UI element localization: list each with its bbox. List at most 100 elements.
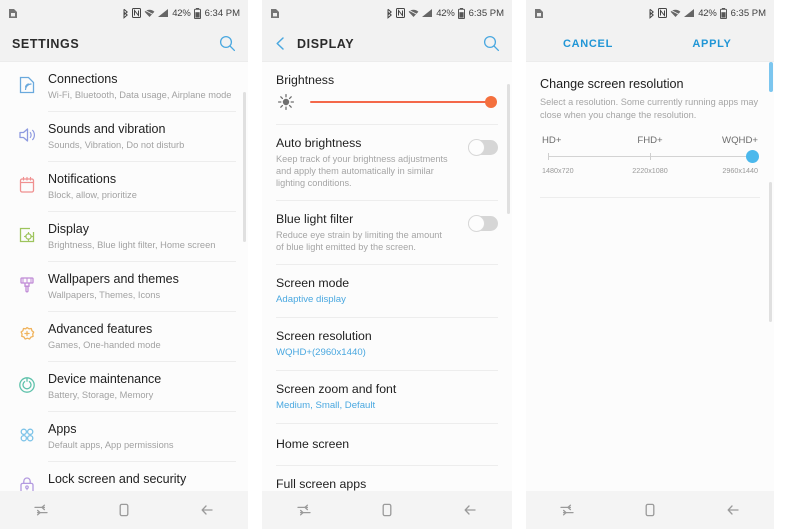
battery-percent-label: 42%	[436, 7, 455, 19]
apps-icon	[12, 422, 42, 445]
auto-brightness-toggle[interactable]	[468, 139, 498, 156]
display-icon	[12, 222, 42, 245]
panel-gap	[248, 0, 262, 529]
sound-icon	[12, 122, 42, 145]
home-button[interactable]	[627, 491, 673, 529]
battery-icon	[457, 7, 465, 19]
sidebar-item-connections[interactable]: Connections Wi-Fi, Bluetooth, Data usage…	[0, 62, 248, 111]
navigation-bar	[526, 491, 774, 529]
item-title: Lock screen and security	[48, 472, 187, 486]
sim-card-icon	[534, 8, 544, 19]
resolution-sublabel-wqhd: 2960x1440	[722, 166, 758, 175]
blue-light-filter-toggle[interactable]	[468, 215, 498, 232]
sidebar-item-advanced-features[interactable]: Advanced features Games, One-handed mode	[0, 312, 248, 361]
item-title: Auto brightness	[276, 136, 362, 150]
page-title: DISPLAY	[297, 36, 355, 51]
resolution-track[interactable]	[548, 150, 759, 163]
panel-gap	[512, 0, 526, 529]
item-subtitle: Block, allow, prioritize	[48, 190, 137, 200]
phone-panel-change-resolution: 42% 6:35 PM CANCEL APPLY Change screen r…	[526, 0, 774, 529]
brightness-thumb[interactable]	[485, 96, 497, 108]
setting-screen-resolution[interactable]: Screen resolution WQHD+(2960x1440)	[262, 318, 512, 370]
nfc-icon	[658, 8, 668, 18]
display-settings-list[interactable]: Brightness Auto brightness Keep track of…	[262, 62, 512, 491]
setting-screen-mode[interactable]: Screen mode Adaptive display	[262, 265, 512, 317]
scrollbar-secondary[interactable]	[769, 182, 772, 322]
resolution-sublabel-hd: 1480x720	[542, 166, 574, 175]
item-value: Medium, Small, Default	[276, 400, 376, 411]
item-subtitle: Wallpapers, Themes, Icons	[48, 290, 161, 300]
wallpaper-brush-icon	[12, 272, 42, 295]
resolution-label-fhd: FHD+	[637, 135, 663, 146]
item-subtitle: Keep track of your brightness adjustment…	[276, 154, 448, 188]
resolution-header: Change screen resolution Select a resolu…	[526, 62, 774, 131]
recents-button[interactable]	[18, 491, 64, 529]
item-subtitle: Sounds, Vibration, Do not disturb	[48, 140, 185, 150]
status-bar: 42% 6:35 PM	[526, 0, 774, 26]
home-button[interactable]	[364, 491, 410, 529]
lock-icon	[12, 472, 42, 491]
setting-home-screen[interactable]: Home screen	[262, 424, 512, 465]
scrollbar[interactable]	[769, 62, 773, 92]
item-title: Advanced features	[48, 322, 153, 336]
brightness-label: Brightness	[276, 73, 335, 87]
search-icon[interactable]	[219, 35, 236, 52]
page-title: SETTINGS	[12, 36, 80, 51]
cancel-button[interactable]: CANCEL	[526, 38, 650, 50]
sidebar-item-sounds-and-vibration[interactable]: Sounds and vibration Sounds, Vibration, …	[0, 112, 248, 161]
item-title: Connections	[48, 72, 118, 86]
sidebar-item-apps[interactable]: Apps Default apps, App permissions	[0, 412, 248, 461]
settings-list[interactable]: Connections Wi-Fi, Bluetooth, Data usage…	[0, 62, 248, 491]
search-icon[interactable]	[483, 35, 500, 52]
item-title: Blue light filter	[276, 212, 354, 226]
recents-button[interactable]	[544, 491, 590, 529]
sidebar-item-wallpapers-and-themes[interactable]: Wallpapers and themes Wallpapers, Themes…	[0, 262, 248, 311]
change-resolution-body[interactable]: Change screen resolution Select a resolu…	[526, 62, 774, 491]
sidebar-item-device-maintenance[interactable]: Device maintenance Battery, Storage, Mem…	[0, 362, 248, 411]
resolution-sublabels: 1480x720 2220x1080 2960x1440	[542, 166, 758, 175]
back-button[interactable]	[710, 491, 756, 529]
sim-card-icon	[8, 8, 18, 19]
brightness-slider[interactable]	[262, 90, 512, 124]
item-subtitle: Default apps, App permissions	[48, 440, 174, 450]
item-title: Screen resolution	[276, 329, 372, 343]
item-title: Sounds and vibration	[48, 122, 166, 136]
battery-percent-label: 42%	[698, 7, 717, 19]
back-button[interactable]	[184, 491, 230, 529]
navigation-bar	[262, 491, 512, 529]
setting-screen-zoom-and-font[interactable]: Screen zoom and font Medium, Small, Defa…	[262, 371, 512, 423]
clock-label: 6:34 PM	[204, 7, 240, 19]
recents-button[interactable]	[281, 491, 327, 529]
resolution-thumb[interactable]	[746, 150, 759, 163]
toggle-knob	[468, 139, 485, 156]
battery-percent-label: 42%	[172, 7, 191, 19]
sidebar-item-lock-screen-and-security[interactable]: Lock screen and security Lock screen, Fa…	[0, 462, 248, 491]
item-subtitle: Games, One-handed mode	[48, 340, 161, 350]
item-subtitle: Wi-Fi, Bluetooth, Data usage, Airplane m…	[48, 90, 232, 100]
battery-icon	[719, 7, 727, 19]
home-button[interactable]	[101, 491, 147, 529]
wifi-icon	[144, 9, 155, 18]
wifi-icon	[408, 9, 419, 18]
setting-full-screen-apps[interactable]: Full screen apps Choose which apps you w…	[262, 466, 512, 491]
signal-icon	[684, 8, 695, 18]
item-subtitle: Brightness, Blue light filter, Home scre…	[48, 240, 216, 250]
back-chevron-icon[interactable]	[274, 36, 287, 51]
back-button[interactable]	[447, 491, 493, 529]
phone-panel-settings: 42% 6:34 PM SETTINGS Connections Wi-Fi, …	[0, 0, 248, 529]
sidebar-item-notifications[interactable]: Notifications Block, allow, prioritize	[0, 162, 248, 211]
item-title: Screen mode	[276, 276, 350, 290]
bluetooth-icon	[386, 8, 393, 19]
item-title: Device maintenance	[48, 372, 162, 386]
nfc-icon	[132, 8, 142, 18]
nfc-icon	[396, 8, 406, 18]
wifi-icon	[670, 9, 681, 18]
sidebar-item-display[interactable]: Display Brightness, Blue light filter, H…	[0, 212, 248, 261]
action-bar: CANCEL APPLY	[526, 26, 774, 62]
brightness-track[interactable]	[310, 96, 497, 108]
setting-blue-light-filter[interactable]: Blue light filter Reduce eye strain by l…	[262, 201, 512, 264]
bluetooth-icon	[648, 8, 655, 19]
resolution-slider[interactable]: HD+ FHD+ WQHD+ 1480x720 2220x1080 2960x1…	[526, 131, 774, 185]
apply-button[interactable]: APPLY	[650, 38, 774, 50]
setting-auto-brightness[interactable]: Auto brightness Keep track of your brigh…	[262, 125, 512, 200]
